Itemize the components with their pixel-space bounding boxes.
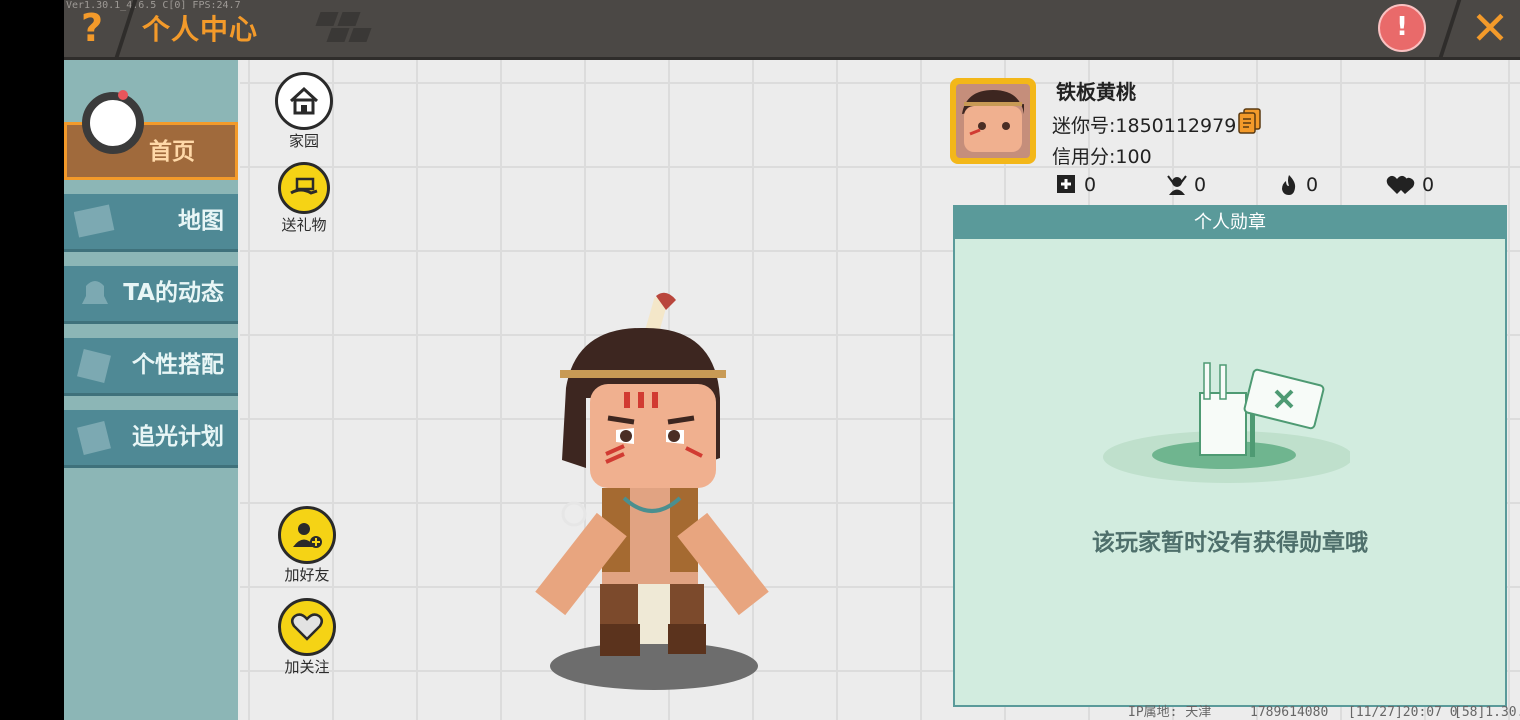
top-bar: Ver1.30.1_4.6.5 C[0] FPS:24.7 ? 个人中心 ! ✕ — [64, 0, 1520, 60]
gift-icon — [278, 162, 330, 214]
gift-label: 送礼物 — [281, 216, 327, 234]
sidebar-item-label: 地图 — [178, 208, 224, 234]
player-character-model — [535, 292, 769, 690]
add-plus-icon — [1057, 175, 1075, 193]
help-icon[interactable]: ? — [72, 6, 112, 50]
close-icon[interactable]: ✕ — [1466, 2, 1514, 54]
stat-likes: 0 — [1386, 174, 1434, 196]
sidebar-item-map[interactable]: 地图 — [64, 194, 238, 252]
copy-icon[interactable] — [1238, 108, 1262, 134]
stat-posts: 0 — [1056, 174, 1096, 196]
bell-icon — [82, 281, 108, 304]
warning-icon[interactable]: ! — [1378, 4, 1426, 52]
page-title: 个人中心 — [142, 13, 259, 46]
flame-icon — [1282, 175, 1296, 195]
footer-build: [58]1.30.1 — [1454, 705, 1520, 720]
footer-time: [11/27]20:07 0 — [1348, 705, 1458, 720]
add-friend-icon — [278, 506, 336, 564]
sidebar-item-label: 个性搭配 — [132, 352, 224, 378]
follow-button[interactable]: 加关注 — [272, 598, 342, 677]
medals-title: 个人勋章 — [955, 207, 1505, 239]
notification-dot — [118, 90, 128, 100]
stat-fans: 0 — [1166, 174, 1206, 196]
heart-outline-icon — [278, 598, 336, 656]
follow-label: 加关注 — [284, 658, 330, 676]
credit-score: 信用分:100 — [1052, 146, 1152, 168]
player-mini-id: 迷你号:1850112979 — [1052, 115, 1237, 137]
add-friend-button[interactable]: 加好友 — [272, 506, 342, 585]
sidebar-item-label: 追光计划 — [132, 424, 224, 450]
stat-value: 0 — [1194, 174, 1207, 196]
title-decoration — [314, 12, 384, 44]
ip-location: IP属地: 天津 — [1128, 705, 1212, 720]
sidebar-item-light-plan[interactable]: 追光计划 — [64, 410, 238, 468]
send-gift-button[interactable]: 送礼物 — [272, 162, 336, 235]
fans-icon — [1167, 175, 1187, 195]
player-nickname: 铁板黄桃 — [1056, 80, 1136, 104]
add-friend-label: 加好友 — [284, 566, 330, 584]
sidebar: 首页 地图 TA的动态 个性搭配 追光计划 — [64, 60, 238, 720]
divider — [1438, 0, 1462, 57]
stat-popularity: 0 — [1278, 174, 1318, 196]
outfit-icon — [77, 349, 111, 383]
profile-avatar[interactable] — [950, 78, 1036, 164]
map-icon — [74, 204, 115, 238]
sidebar-item-outfit[interactable]: 个性搭配 — [64, 338, 238, 396]
empty-medals-illustration — [1103, 362, 1350, 483]
stat-value: 0 — [1084, 174, 1097, 196]
app-window: Ver1.30.1_4.6.5 C[0] FPS:24.7 ? 个人中心 ! ✕… — [64, 0, 1520, 720]
stat-value: 0 — [1306, 174, 1319, 196]
personal-medals-panel: 个人勋章 该玩家暂时没有获得勋章哦 — [953, 205, 1507, 707]
sidebar-item-label: TA的动态 — [123, 280, 224, 306]
main-panel: 家园 送礼物 加好友 加关注 铁板黄桃 迷你号:1850112979 信用分:1… — [240, 60, 1520, 720]
heart-icon — [1386, 175, 1415, 194]
no-medals-message: 该玩家暂时没有获得勋章哦 — [1092, 530, 1368, 556]
light-plan-icon — [77, 421, 111, 455]
home-button[interactable]: 家园 — [272, 72, 336, 151]
floating-avatar-toggle[interactable] — [82, 92, 144, 154]
stat-value: 0 — [1422, 174, 1435, 196]
footer-id: 1789614080 — [1250, 705, 1329, 720]
sidebar-item-label: 首页 — [149, 139, 195, 165]
sidebar-item-ta-feed[interactable]: TA的动态 — [64, 266, 238, 324]
home-label: 家园 — [288, 132, 319, 150]
house-icon — [275, 72, 333, 130]
